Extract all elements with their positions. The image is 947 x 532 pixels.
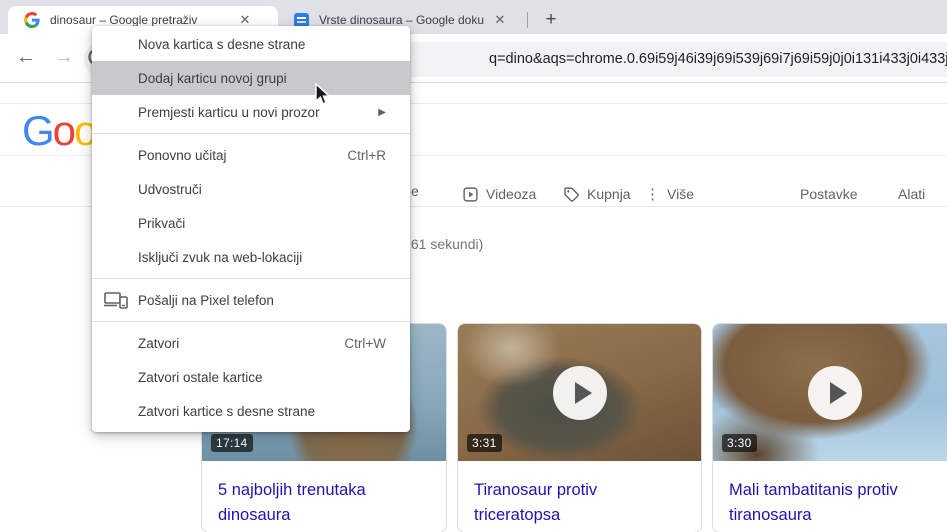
nav-tab-label: Postavke xyxy=(800,186,858,202)
nav-tab-label: Više xyxy=(667,186,694,202)
play-icon[interactable] xyxy=(807,365,862,420)
new-tab-button[interactable]: + xyxy=(538,7,564,33)
hidden-tab-fragment[interactable]: e xyxy=(411,183,419,199)
nav-tab-videos[interactable]: Videoza xyxy=(462,183,536,205)
video-duration: 3:30 xyxy=(722,434,757,452)
menu-item-close-other-tabs[interactable]: Zatvori ostale kartice xyxy=(92,360,410,394)
tag-icon xyxy=(564,186,579,202)
nav-tab-label: Videoza xyxy=(486,186,537,202)
menu-item-label: Udvostruči xyxy=(138,181,202,197)
menu-divider xyxy=(92,278,410,279)
menu-item-new-tab-right[interactable]: Nova kartica s desne strane xyxy=(92,27,410,61)
video-duration: 17:14 xyxy=(211,434,253,452)
menu-item-label: Prikvači xyxy=(138,215,186,231)
nav-tab-shopping[interactable]: Kupnja xyxy=(563,183,631,205)
send-to-device-icon xyxy=(104,292,128,309)
tab-separator xyxy=(527,12,528,28)
forward-button[interactable]: → xyxy=(47,40,81,74)
nav-tab-label: Kupnja xyxy=(587,186,631,202)
menu-item-label: Zatvori kartice s desne strane xyxy=(138,403,316,419)
menu-item-send-to-pixel[interactable]: Pošalji na Pixel telefon xyxy=(92,283,410,317)
video-title-link[interactable]: Mali tambatitanis protiv tiranosaura xyxy=(713,461,947,528)
menu-divider xyxy=(92,133,410,134)
google-g-favicon-icon xyxy=(24,12,40,28)
menu-item-label: Ponovno učitaj xyxy=(138,147,227,163)
menu-item-label: Zatvori xyxy=(138,335,180,351)
result-stats-fragment: ,61 sekundi) xyxy=(407,236,484,252)
video-duration: 3:31 xyxy=(467,434,502,452)
menu-item-label: Premjesti karticu u novi prozor xyxy=(138,104,320,120)
mouse-cursor xyxy=(315,83,331,105)
nav-tools[interactable]: Alati xyxy=(898,183,925,205)
menu-item-add-tab-to-new-group[interactable]: Dodaj karticu novoj grupi xyxy=(92,61,410,95)
tab-context-menu: Nova kartica s desne strane Dodaj kartic… xyxy=(92,26,410,432)
submenu-arrow-icon: ▶ xyxy=(378,106,386,118)
nav-tab-more[interactable]: ⋮ Više xyxy=(645,183,694,205)
menu-item-label: Dodaj karticu novoj grupi xyxy=(138,70,287,86)
menu-item-label: Zatvori ostale kartice xyxy=(138,369,263,385)
video-title-link[interactable]: Tiranosaur protiv triceratopsa xyxy=(458,461,701,528)
menu-item-move-tab-to-new-window[interactable]: Premjesti karticu u novi prozor ▶ xyxy=(92,95,410,129)
tab-title: dinosaur – Google pretraživ xyxy=(50,13,198,27)
logo-letter: o xyxy=(52,107,76,154)
logo-letter: G xyxy=(22,107,55,154)
menu-item-reload[interactable]: Ponovno učitaj Ctrl+R xyxy=(92,138,410,172)
video-title-link[interactable]: 5 najboljih trenutaka dinosaura xyxy=(202,461,446,528)
menu-shortcut: Ctrl+R xyxy=(347,147,386,163)
nav-tab-label: Alati xyxy=(898,186,926,202)
menu-item-label: Nova kartica s desne strane xyxy=(138,36,306,52)
menu-item-label: Isključi zvuk na web-lokaciji xyxy=(138,249,303,265)
menu-shortcut: Ctrl+W xyxy=(344,335,386,351)
video-thumbnail[interactable]: 3:30 xyxy=(713,324,947,461)
menu-item-duplicate[interactable]: Udvostruči xyxy=(92,172,410,206)
menu-divider xyxy=(92,321,410,322)
more-vertical-icon: ⋮ xyxy=(645,186,660,203)
browser-window: dinosaur – Google pretraživ ✕ Vrste dino… xyxy=(0,0,947,532)
tab-title: Vrste dinosaura – Google doku xyxy=(319,13,484,27)
nav-settings[interactable]: Postavke xyxy=(800,183,858,205)
video-card[interactable]: 3:31 Tiranosaur protiv triceratopsa xyxy=(457,323,702,532)
video-icon xyxy=(463,186,478,202)
url-text: q=dino&aqs=chrome.0.69i59j46i39j69i539j6… xyxy=(489,51,947,67)
back-button[interactable]: ← xyxy=(9,40,43,74)
play-icon[interactable] xyxy=(552,365,607,420)
menu-item-label: Pošalji na Pixel telefon xyxy=(138,292,274,308)
video-card[interactable]: 3:30 Mali tambatitanis protiv tiranosaur… xyxy=(712,323,947,532)
menu-item-close[interactable]: Zatvori Ctrl+W xyxy=(92,326,410,360)
tab-close-icon[interactable]: ✕ xyxy=(491,11,509,29)
menu-item-pin[interactable]: Prikvači xyxy=(92,206,410,240)
menu-item-mute-site[interactable]: Isključi zvuk na web-lokaciji xyxy=(92,240,410,274)
video-thumbnail[interactable]: 3:31 xyxy=(458,324,701,461)
menu-item-close-tabs-to-right[interactable]: Zatvori kartice s desne strane xyxy=(92,394,410,428)
